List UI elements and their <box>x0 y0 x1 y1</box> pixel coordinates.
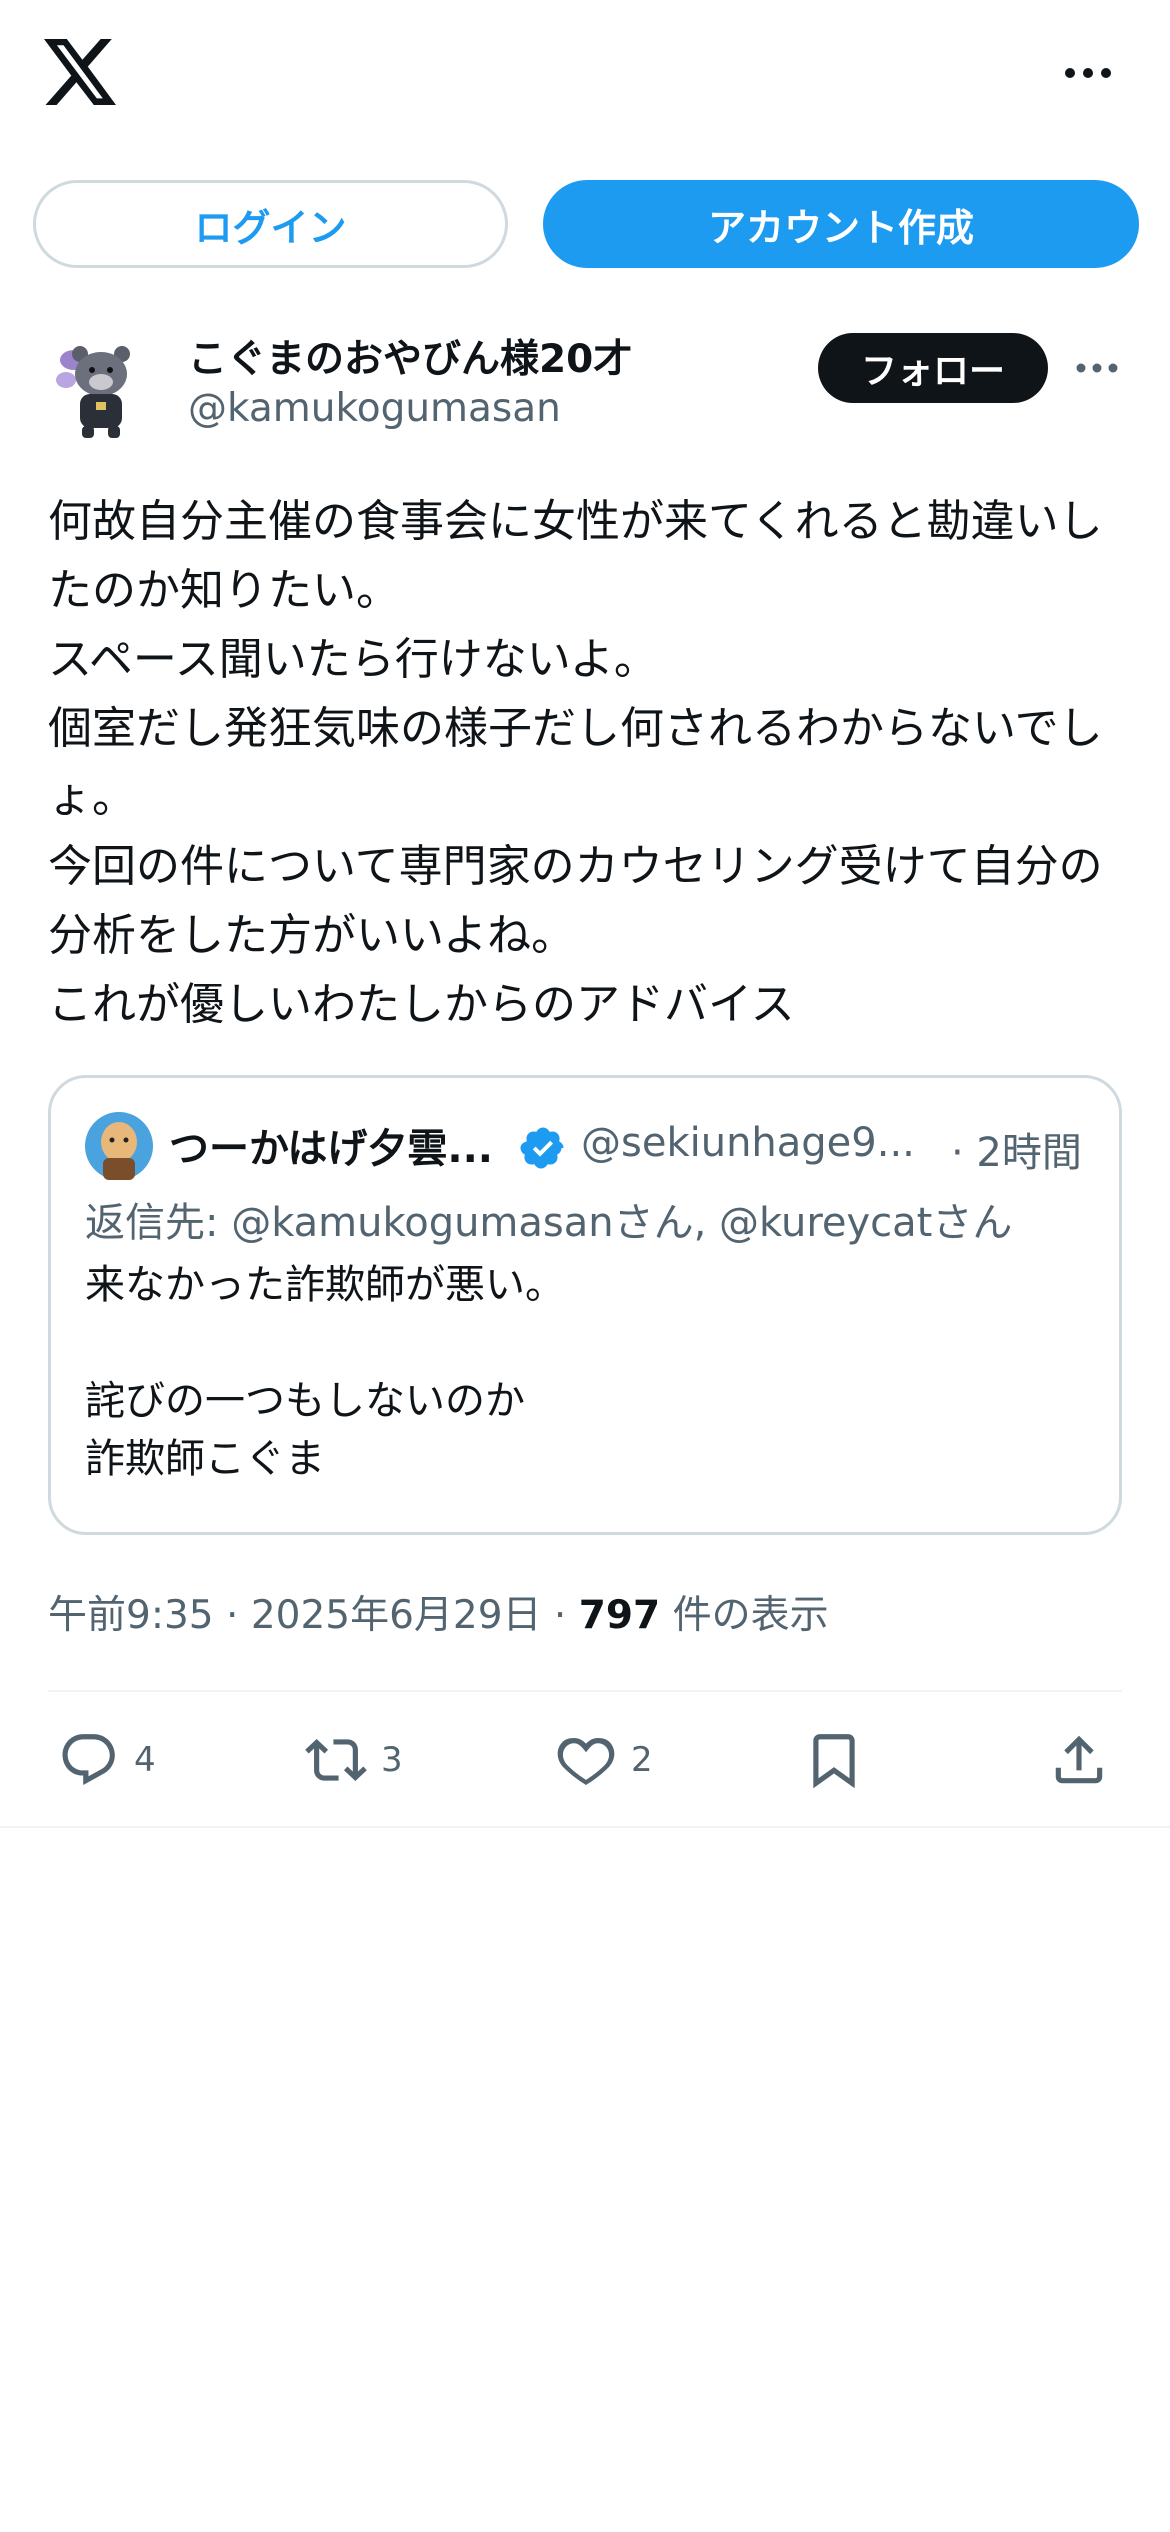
post-text: 何故自分主催の食事会に女性が来てくれると勘違いしたのか知りたい。 スペース聞いた… <box>48 496 1103 1030</box>
auth-buttons: ログイン アカウント作成 <box>0 178 1170 272</box>
author-avatar[interactable] <box>50 332 148 442</box>
reply-button[interactable]: 4 <box>58 1722 156 1798</box>
meta-separator: · <box>553 1593 567 1638</box>
post-author: こぐまのおやびん様20才 @kamukogumasan フォロー <box>0 320 1170 450</box>
quote-reply-to: 返信先: @kamukogumasanさん, @kureycatさん <box>85 1200 1013 1246</box>
action-bar: 4 3 2 <box>0 1712 1170 1810</box>
meta-separator: · <box>226 1593 239 1638</box>
share-icon <box>1055 1735 1103 1784</box>
quoted-post[interactable]: つーかはげ夕雲... @sekiunhage9... · 2時間 返信先: @k… <box>48 1075 1122 1535</box>
quote-text: 来なかった詐欺師が悪い。 詫びの一つもしないのか 詐欺師こぐま <box>85 1262 565 1482</box>
quote-author-handle[interactable]: @sekiunhage9... <box>581 1120 915 1166</box>
views-label: 件の表示 <box>672 1593 829 1638</box>
top-bar <box>0 0 1170 150</box>
reply-icon <box>62 1734 115 1786</box>
follow-button[interactable]: フォロー <box>818 333 1048 403</box>
post-time[interactable]: 午前9:35 <box>48 1593 214 1638</box>
bookmark-icon <box>813 1734 855 1789</box>
retweet-icon <box>305 1739 367 1781</box>
verified-badge-icon <box>520 1127 564 1169</box>
like-count: 2 <box>631 1740 653 1780</box>
heart-icon <box>557 1738 615 1786</box>
login-button[interactable]: ログイン <box>33 180 508 268</box>
create-account-button[interactable]: アカウント作成 <box>543 180 1139 268</box>
author-name[interactable]: こぐまのおやびん様20才 <box>188 328 632 384</box>
retweet-button[interactable]: 3 <box>305 1722 403 1798</box>
author-handle[interactable]: @kamukogumasan <box>188 386 561 431</box>
x-logo-icon[interactable] <box>44 38 116 106</box>
more-horizontal-icon[interactable] <box>1058 55 1118 91</box>
reply-count: 4 <box>134 1740 156 1780</box>
share-button[interactable] <box>1048 1722 1110 1798</box>
quote-timestamp[interactable]: · 2時間 <box>951 1120 1082 1178</box>
divider <box>0 1826 1170 1828</box>
post-date[interactable]: 2025年6月29日 <box>251 1593 542 1638</box>
post-meta: 午前9:35 · 2025年6月29日 · 797 件の表示 <box>48 1584 829 1640</box>
divider <box>48 1690 1122 1692</box>
like-button[interactable]: 2 <box>555 1722 653 1798</box>
retweet-count: 3 <box>381 1740 403 1780</box>
more-horizontal-icon[interactable] <box>1072 354 1122 382</box>
quote-author-avatar[interactable] <box>85 1112 153 1180</box>
bookmark-button[interactable] <box>803 1722 865 1798</box>
views-count: 797 <box>578 1593 661 1638</box>
quote-author-name[interactable]: つーかはげ夕雲... <box>169 1116 493 1174</box>
